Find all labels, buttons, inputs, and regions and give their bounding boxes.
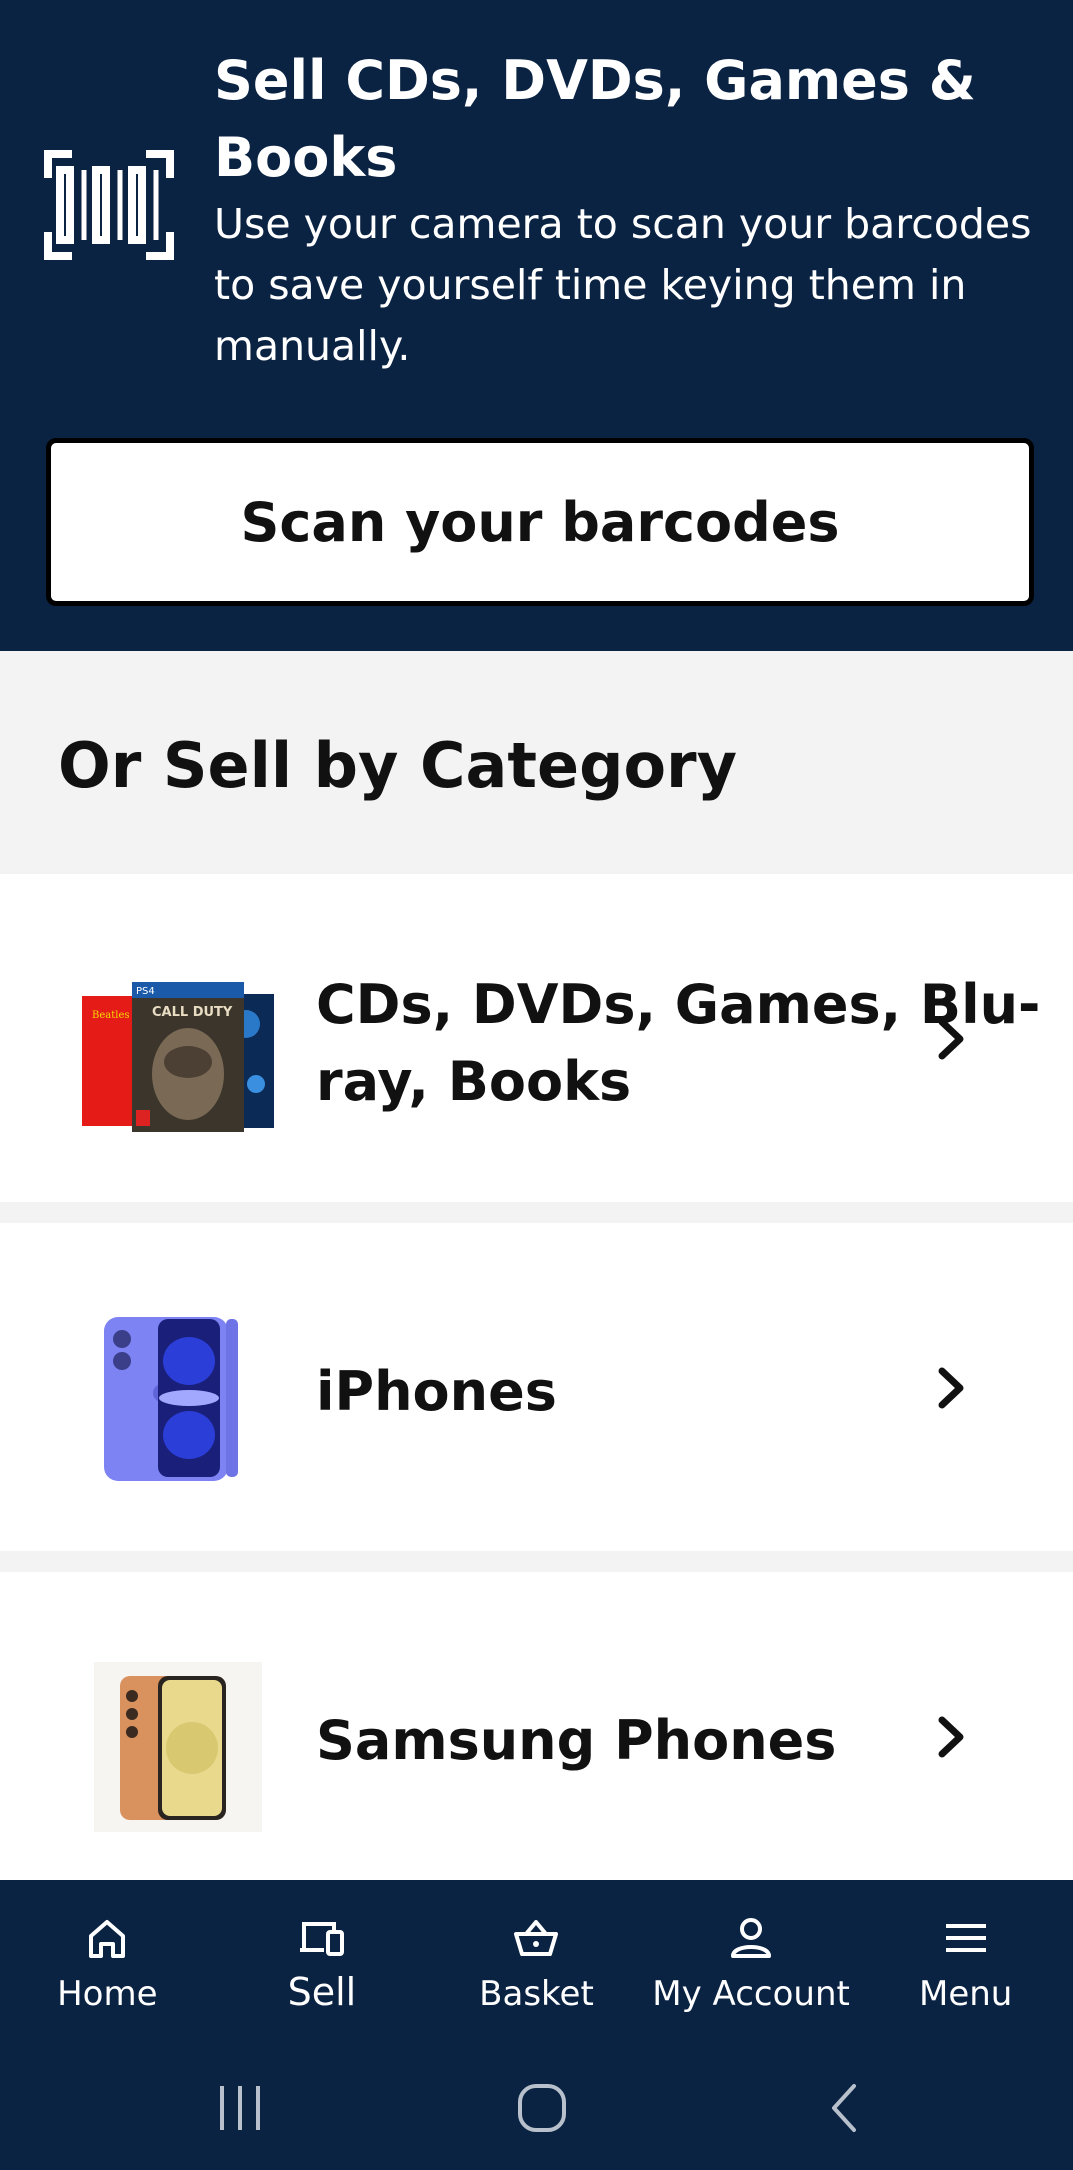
svg-text:PS4: PS4 [136,986,155,997]
category-row-iphones[interactable]: iPhones [0,1223,1073,1551]
home-circle-icon[interactable] [512,2078,572,2138]
samsung-phone-image [94,1662,262,1832]
nav-label-menu: Menu [918,1974,1013,2014]
svg-text:CALL DUTY: CALL DUTY [152,1005,233,1020]
barcode-scan-icon [44,150,174,260]
hero-description: Use your camera to scan your barcodes to… [214,200,1032,370]
iphone-image [104,1317,238,1481]
nav-label-basket: Basket [479,1974,594,2014]
chevron-right-icon [938,1018,964,1060]
nav-label-my-account: My Account [652,1974,850,2014]
category-section-title: Or Sell by Category [58,729,738,802]
scan-barcodes-button[interactable]: Scan your barcodes [46,438,1034,606]
system-navigation-bar [0,2048,1073,2170]
nav-label-home: Home [57,1974,158,2014]
nav-sell[interactable]: Sell [215,1880,430,2048]
nav-my-account[interactable]: My Account [644,1880,859,2048]
media-collage-image: Beatles PS4 CALL DUTY [82,982,274,1132]
basket-icon [514,1920,559,1956]
account-icon [731,1918,772,1958]
svg-text:Beatles: Beatles [92,1010,130,1021]
hero-title: Sell CDs, DVDs, Games & Books [214,49,976,189]
nav-basket[interactable]: Basket [429,1880,644,2048]
chevron-right-icon [938,1716,964,1758]
category-row-samsung[interactable]: Samsung Phones [0,1572,1073,1880]
back-chevron-icon[interactable] [816,2078,876,2138]
recent-apps-icon[interactable] [210,2078,270,2138]
category-label-iphones: iPhones [316,1360,557,1423]
hamburger-menu-icon [945,1924,986,1952]
nav-label-sell: Sell [287,1970,357,2014]
home-icon [89,1920,126,1958]
nav-menu[interactable]: Menu [858,1880,1073,2048]
nav-home[interactable]: Home [0,1880,215,2048]
category-header: Or Sell by Category [0,651,1073,874]
bottom-navigation: Home Sell Basket My Account Menu [0,1880,1073,2048]
chevron-right-icon [938,1367,964,1409]
category-row-media[interactable]: Beatles PS4 CALL DUTY CDs, DVDs, Games, … [0,874,1073,1202]
devices-icon [299,1922,344,1956]
sell-hero-banner: Sell CDs, DVDs, Games & Books Use your c… [0,0,1073,651]
category-label-samsung: Samsung Phones [316,1709,837,1772]
